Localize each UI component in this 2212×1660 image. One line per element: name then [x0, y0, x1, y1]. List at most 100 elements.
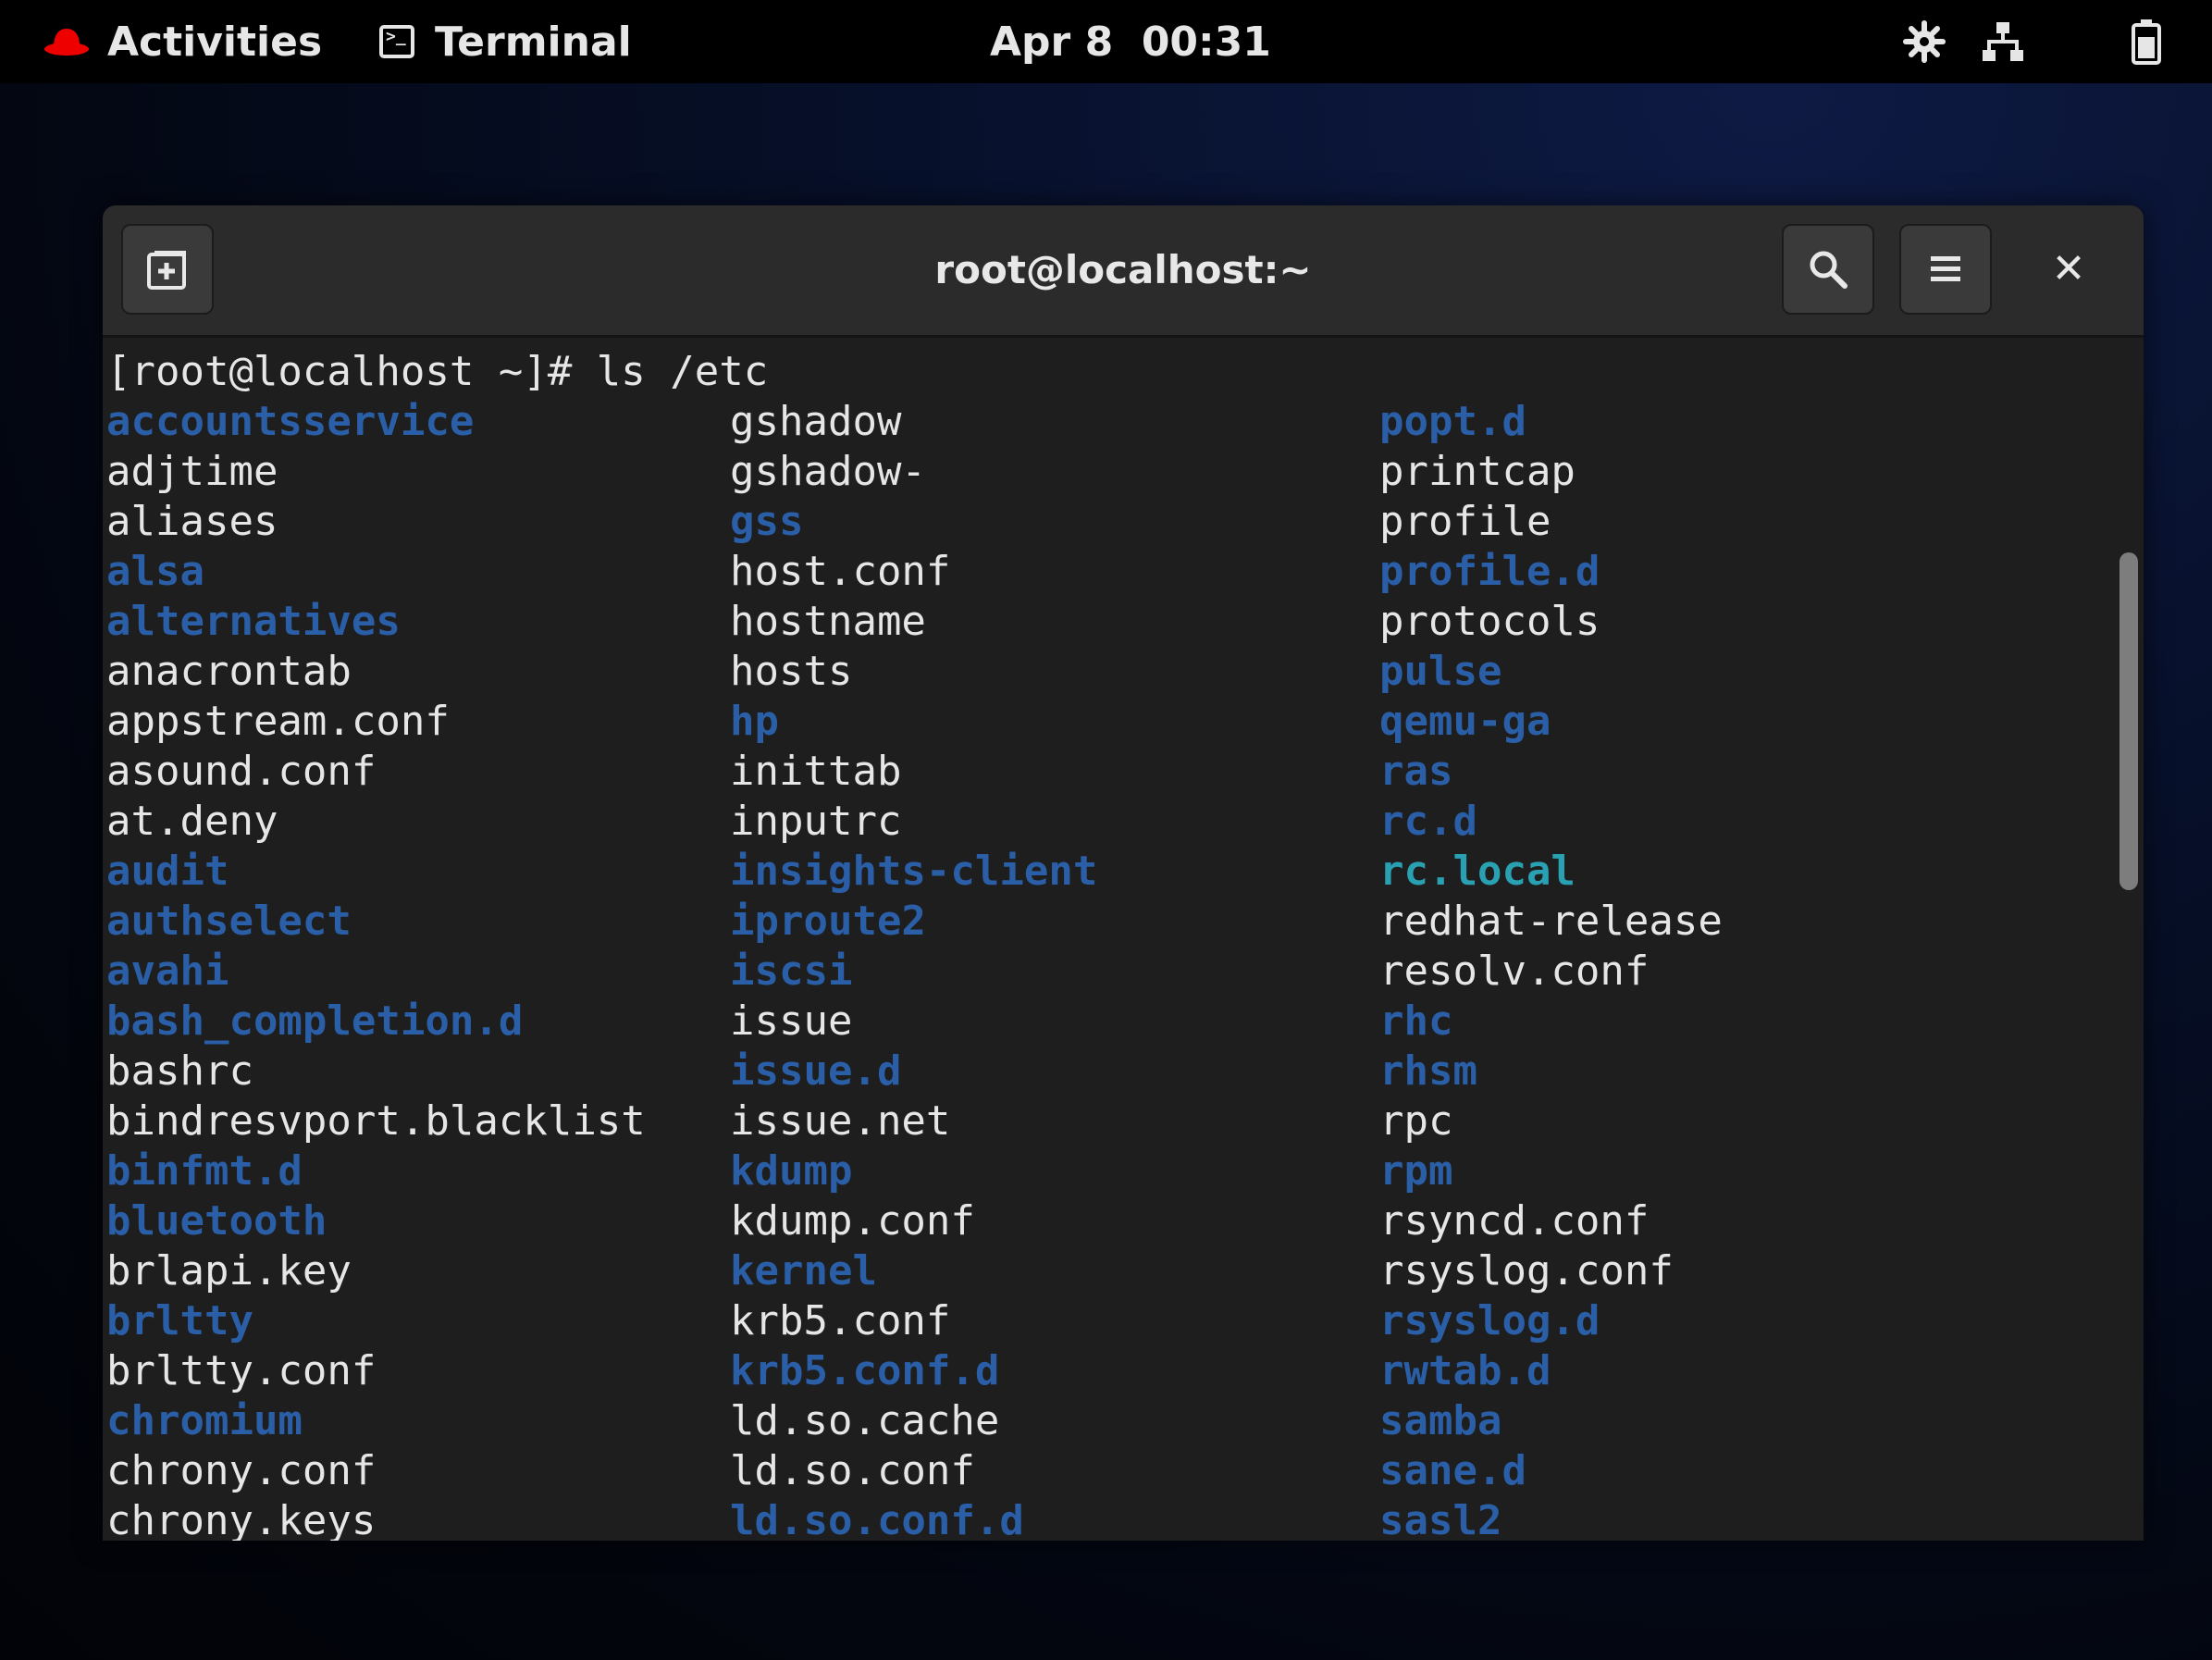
file-entry: ld.so.cache: [730, 1397, 1000, 1444]
file-entry: rsyncd.conf: [1379, 1197, 1650, 1245]
file-entry: brltty: [106, 1297, 253, 1344]
scrollbar[interactable]: [2110, 338, 2144, 1541]
battery-level-icon: [2132, 19, 2161, 65]
file-entry: host.conf: [730, 548, 951, 595]
file-entry: profile: [1379, 498, 1551, 545]
top-bar: Activities Terminal Apr 8 00:31: [0, 0, 2212, 83]
file-entry: issue.net: [730, 1097, 951, 1145]
scrollbar-thumb[interactable]: [2119, 552, 2138, 890]
file-entry: rpc: [1379, 1097, 1453, 1145]
file-entry: bash_completion.d: [106, 997, 524, 1045]
file-entry: gshadow: [730, 398, 902, 445]
file-entry: bindresvport.blacklist: [106, 1097, 646, 1145]
file-entry: brlapi.key: [106, 1247, 352, 1295]
file-entry: krb5.conf: [730, 1297, 951, 1344]
gear-icon: [1903, 20, 1946, 63]
file-entry: hostname: [730, 598, 926, 645]
file-entry: kdump: [730, 1147, 853, 1195]
file-entry: ld.so.conf.d: [730, 1497, 1024, 1541]
new-tab-icon: [147, 251, 186, 290]
menu-button[interactable]: [1899, 224, 1992, 315]
ls-column-1: accountsservice adjtime aliases alsa alterna…: [106, 397, 646, 1541]
file-entry: rhsm: [1379, 1047, 1477, 1095]
file-entry: resolv.conf: [1379, 948, 1650, 995]
file-entry: brltty.conf: [106, 1347, 377, 1394]
file-entry: rc.local: [1379, 848, 1576, 895]
file-entry: avahi: [106, 948, 229, 995]
ls-column-3: popt.d printcap profile profile.d protocols p…: [1379, 397, 1723, 1541]
file-entry: ld.so.conf: [730, 1447, 975, 1494]
settings-icon[interactable]: [1901, 19, 1947, 65]
hamburger-menu-icon: [1931, 256, 1960, 281]
search-icon: [1810, 251, 1847, 289]
file-entry: ras: [1379, 748, 1453, 795]
ls-column-2: gshadow gshadow-gss host.conf hostname hosts…: [730, 397, 1097, 1541]
activities-label: Activities: [107, 18, 323, 66]
activities-button[interactable]: Activities: [43, 0, 322, 83]
file-entry: hosts: [730, 648, 853, 695]
file-entry: pulse: [1379, 648, 1502, 695]
file-entry: alternatives: [106, 598, 401, 645]
file-entry: iscsi: [730, 948, 853, 995]
redhat-logo-icon: [44, 29, 89, 56]
file-entry: protocols: [1379, 598, 1600, 645]
file-entry: audit: [106, 848, 229, 895]
terminal-app-icon: [379, 25, 414, 58]
file-entry: gss: [730, 498, 804, 545]
file-entry: appstream.conf: [106, 698, 450, 745]
file-entry: rpm: [1379, 1147, 1453, 1195]
file-entry: authselect: [106, 898, 352, 945]
search-button[interactable]: [1782, 224, 1874, 315]
file-entry: popt.d: [1379, 398, 1526, 445]
file-entry: binfmt.d: [106, 1147, 303, 1195]
file-entry: chrony.keys: [106, 1497, 377, 1541]
header-bar[interactable]: root@localhost:~ ✕: [103, 205, 2144, 338]
file-entry: anacrontab: [106, 648, 352, 695]
file-entry: profile.d: [1379, 548, 1600, 595]
file-entry: rsyslog.d: [1379, 1297, 1600, 1344]
terminal-output[interactable]: [root@localhost ~]# ls /etc accountsserv…: [103, 338, 2110, 1541]
file-entry: sane.d: [1379, 1447, 1526, 1494]
file-entry: hp: [730, 698, 779, 745]
file-entry: rsyslog.conf: [1379, 1247, 1674, 1295]
network-icon[interactable]: [1980, 19, 2026, 65]
clock-label: Apr 8 00:31: [990, 18, 1271, 66]
file-entry: aliases: [106, 498, 278, 545]
app-menu-terminal[interactable]: Terminal: [379, 0, 632, 83]
file-entry: accountsservice: [106, 398, 475, 445]
file-entry: kernel: [730, 1247, 877, 1295]
shell-prompt-line: [root@localhost ~]# ls /etc: [106, 348, 769, 395]
terminal-window: root@localhost:~ ✕ [root@localhost ~]# l…: [103, 205, 2144, 1541]
file-entry: chrony.conf: [106, 1447, 377, 1494]
file-entry: printcap: [1379, 448, 1576, 495]
file-entry: bashrc: [106, 1047, 253, 1095]
file-entry: kdump.conf: [730, 1197, 975, 1245]
file-entry: chromium: [106, 1397, 303, 1444]
file-entry: samba: [1379, 1397, 1502, 1444]
file-entry: sasl2: [1379, 1497, 1502, 1541]
file-entry: asound.conf: [106, 748, 377, 795]
file-entry: issue.d: [730, 1047, 902, 1095]
file-entry: inputrc: [730, 798, 902, 845]
app-menu-label: Terminal: [435, 18, 632, 66]
file-entry: adjtime: [106, 448, 278, 495]
file-entry: redhat-release: [1379, 898, 1723, 945]
file-entry: gshadow-: [730, 448, 926, 495]
file-entry: rhc: [1379, 997, 1453, 1045]
new-tab-button[interactable]: [121, 224, 214, 315]
clock[interactable]: Apr 8 00:31: [990, 0, 1271, 83]
file-entry: bluetooth: [106, 1197, 327, 1245]
network-wired-icon: [1983, 22, 2023, 61]
file-entry: inittab: [730, 748, 902, 795]
file-entry: alsa: [106, 548, 204, 595]
file-entry: qemu-ga: [1379, 698, 1551, 745]
file-entry: iproute2: [730, 898, 926, 945]
file-entry: rwtab.d: [1379, 1347, 1551, 1394]
battery-icon[interactable]: [2123, 19, 2169, 65]
file-entry: at.deny: [106, 798, 278, 845]
file-entry: rc.d: [1379, 798, 1477, 845]
close-icon: ✕: [2051, 244, 2086, 292]
file-entry: krb5.conf.d: [730, 1347, 1000, 1394]
file-entry: issue: [730, 997, 853, 1045]
close-button[interactable]: ✕: [2033, 233, 2104, 304]
